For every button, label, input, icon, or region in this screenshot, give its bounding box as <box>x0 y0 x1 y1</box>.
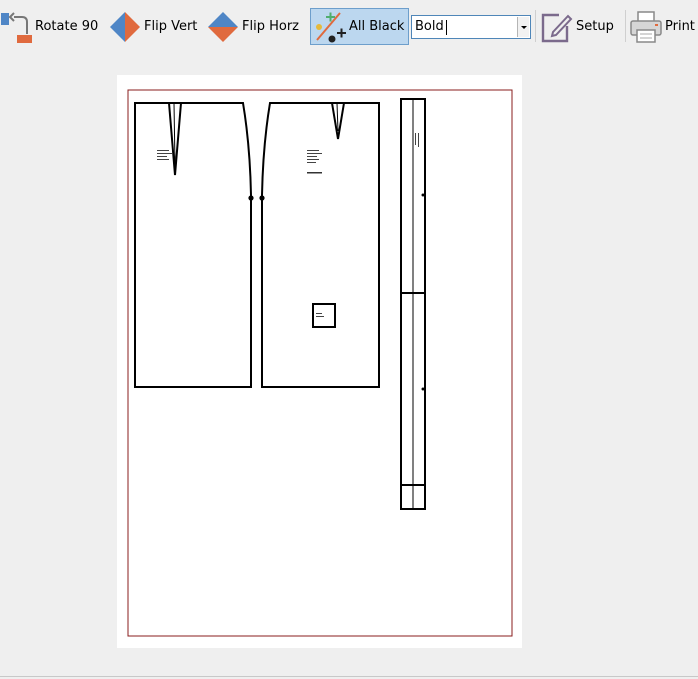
line-style-value[interactable]: Bold <box>415 19 444 34</box>
pattern-layout <box>127 89 513 637</box>
edit-setup-icon <box>541 13 573 42</box>
rotate-90-label: Rotate 90 <box>35 19 99 34</box>
piece-notes <box>157 150 172 160</box>
text-caret <box>446 20 447 35</box>
flip-horizontal-icon <box>208 11 238 42</box>
flip-horz-label: Flip Horz <box>242 19 299 34</box>
toolbar-separator <box>535 10 536 42</box>
line-style-combobox[interactable]: Bold <box>411 15 531 39</box>
pattern-piece-front <box>134 102 254 388</box>
toolbar: Rotate 90 Flip Vert Flip Horz All Black … <box>0 0 698 50</box>
toolbar-separator <box>625 10 626 42</box>
print-label: Print <box>665 19 695 34</box>
pattern-piece-waistband <box>400 98 426 510</box>
all-black-toggle[interactable]: All Black <box>310 8 409 45</box>
piece-notes <box>415 133 419 147</box>
chevron-down-icon[interactable] <box>517 17 529 37</box>
rotate-icon <box>1 11 32 43</box>
pattern-piece-back <box>259 102 380 388</box>
status-divider <box>0 676 698 677</box>
printer-icon <box>630 10 662 43</box>
print-button[interactable]: Print <box>629 8 698 45</box>
setup-button[interactable]: Setup <box>539 8 623 45</box>
flip-vertical-icon <box>110 11 140 42</box>
flip-horz-button[interactable]: Flip Horz <box>206 8 306 45</box>
piece-notes <box>307 150 324 317</box>
color-to-black-icon <box>316 11 346 42</box>
setup-label: Setup <box>576 19 614 34</box>
print-preview-page <box>117 75 522 648</box>
all-black-label: All Black <box>349 19 405 34</box>
flip-vert-label: Flip Vert <box>144 19 198 34</box>
flip-vert-button[interactable]: Flip Vert <box>108 8 204 45</box>
rotate-90-button[interactable]: Rotate 90 <box>0 8 106 45</box>
